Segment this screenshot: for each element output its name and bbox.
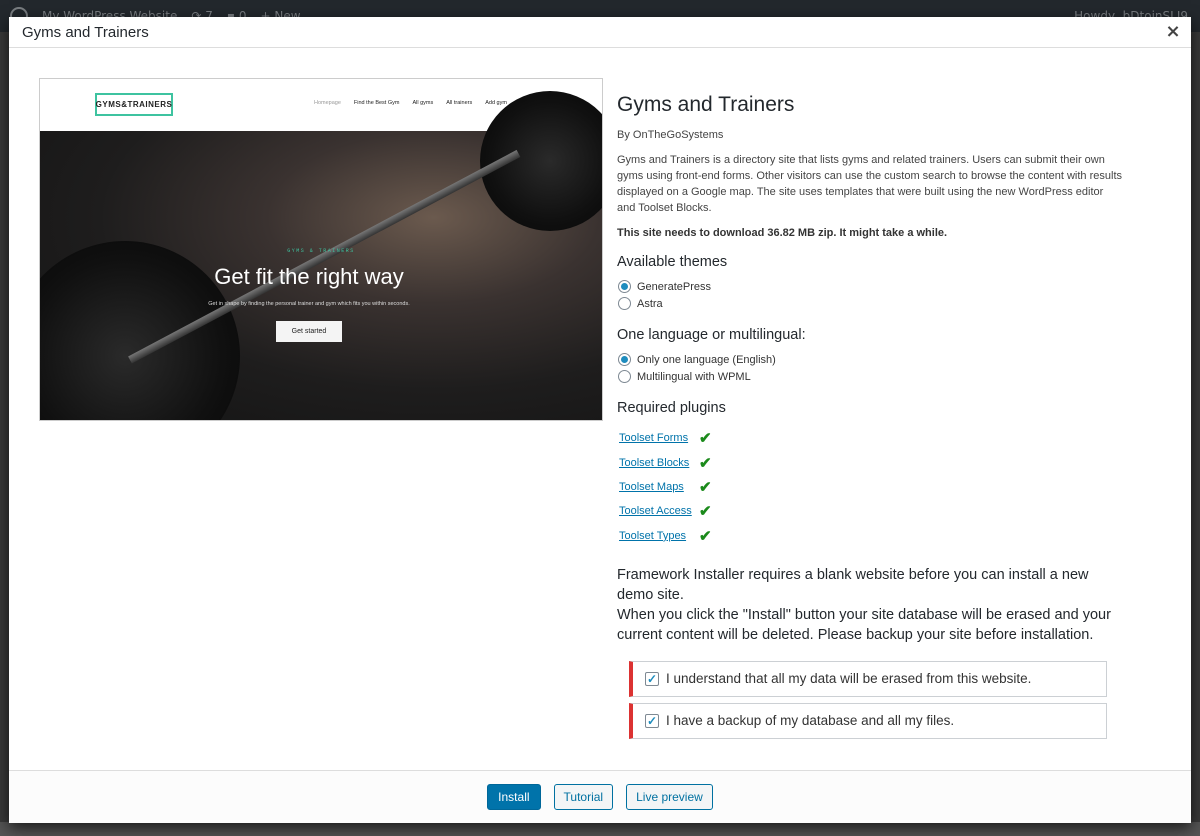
plugin-link-toolset-forms[interactable]: Toolset Forms (619, 432, 699, 444)
preview-nav-item: Homepage (314, 100, 341, 106)
preview-nav-item: All gyms (412, 100, 434, 106)
language-option-label: Multilingual with WPML (637, 370, 751, 383)
language-option-label: Only one language (English) (637, 353, 776, 366)
plugin-item: Toolset Forms ✔ (617, 426, 1127, 450)
live-preview-button[interactable]: Live preview (626, 784, 713, 810)
theme-option-label: Astra (637, 297, 663, 310)
preview-nav-item: Find the Best Gym (353, 100, 400, 106)
preview-eyebrow: GYMS & TRAINERS (287, 248, 355, 254)
site-title: Gyms and Trainers (617, 93, 795, 116)
confirm-backup[interactable]: ✓ I have a backup of my database and all… (629, 702, 1107, 739)
confirm-label: I have a backup of my database and all m… (666, 713, 955, 729)
confirm-label: I understand that all my data will be er… (666, 671, 1032, 687)
install-button[interactable]: Install (487, 784, 541, 810)
preview-logo: GYMS&TRAINERS (95, 93, 173, 116)
close-icon[interactable]: × (1163, 22, 1183, 42)
preview-nav: Homepage Find the Best Gym All gyms All … (314, 100, 507, 106)
themes-heading: Available themes (617, 254, 728, 270)
preview-nav-item: Add gym (485, 100, 507, 106)
checkmark-icon: ✔ (699, 478, 712, 496)
radio-button[interactable] (618, 297, 631, 310)
modal-title: Gyms and Trainers (22, 24, 149, 41)
plugin-item: Toolset Access ✔ (617, 499, 1127, 523)
checkbox-checked-icon[interactable]: ✓ (645, 671, 659, 686)
confirm-data-erased[interactable]: ✓ I understand that all my data will be … (629, 660, 1107, 697)
theme-option-label: GeneratePress (637, 280, 711, 293)
download-note: This site needs to download 36.82 MB zip… (617, 227, 948, 239)
preview-nav-item: All trainers (446, 100, 473, 106)
language-options: Only one language (English) Multilingual… (617, 351, 1127, 385)
checkmark-icon: ✔ (699, 527, 712, 545)
language-option-multilingual[interactable]: Multilingual with WPML (617, 368, 1127, 385)
plugin-item: Toolset Types ✔ (617, 524, 1127, 548)
site-install-modal: Gyms and Trainers × GYMS&TRAINERS Homepa… (9, 17, 1191, 823)
language-option-single[interactable]: Only one language (English) (617, 351, 1127, 368)
site-description: Gyms and Trainers is a directory site th… (617, 154, 1122, 214)
background-content-strip (0, 822, 1200, 836)
warning-line-1: Framework Installer requires a blank web… (617, 566, 1089, 603)
preview-cta-button: Get started (276, 321, 342, 342)
warning-line-2: When you click the "Install" button your… (617, 606, 1111, 643)
radio-button[interactable] (618, 353, 631, 366)
modal-header: Gyms and Trainers × (9, 17, 1191, 48)
plugin-link-toolset-types[interactable]: Toolset Types (619, 530, 699, 542)
plugin-link-toolset-blocks[interactable]: Toolset Blocks (619, 457, 699, 469)
modal-footer: Install Tutorial Live preview (9, 770, 1191, 823)
site-screenshot: GYMS&TRAINERS Homepage Find the Best Gym… (39, 78, 603, 421)
checkmark-icon: ✔ (699, 503, 712, 521)
language-heading: One language or multilingual: (617, 327, 806, 343)
plugin-item: Toolset Blocks ✔ (617, 450, 1127, 474)
plugins-heading: Required plugins (617, 400, 726, 416)
checkmark-icon: ✔ (699, 454, 712, 472)
preview-subtext: Get in shape by finding the personal tra… (208, 301, 410, 307)
tutorial-button[interactable]: Tutorial (553, 784, 614, 810)
theme-option-astra[interactable]: Astra (617, 295, 1127, 312)
theme-options: GeneratePress Astra (617, 278, 1127, 312)
site-info: Gyms and Trainers By OnTheGoSystems Gyms… (617, 78, 1127, 739)
plugin-item: Toolset Maps ✔ (617, 475, 1127, 499)
preview-headline: Get fit the right way (214, 264, 404, 289)
radio-button[interactable] (618, 280, 631, 293)
radio-button[interactable] (618, 370, 631, 383)
plugin-link-toolset-maps[interactable]: Toolset Maps (619, 481, 699, 493)
plugin-link-toolset-access[interactable]: Toolset Access (619, 505, 699, 517)
modal-body: GYMS&TRAINERS Homepage Find the Best Gym… (9, 48, 1191, 771)
site-author: By OnTheGoSystems (617, 129, 724, 141)
checkmark-icon: ✔ (699, 430, 712, 448)
blank-site-warning: Framework Installer requires a blank web… (617, 565, 1127, 645)
theme-option-generatepress[interactable]: GeneratePress (617, 278, 1127, 295)
preview-hero-image: GYMS & TRAINERS Get fit the right way Ge… (40, 91, 602, 420)
plugin-list: Toolset Forms ✔ Toolset Blocks ✔ Toolset… (617, 426, 1127, 548)
checkbox-checked-icon[interactable]: ✓ (645, 713, 659, 728)
